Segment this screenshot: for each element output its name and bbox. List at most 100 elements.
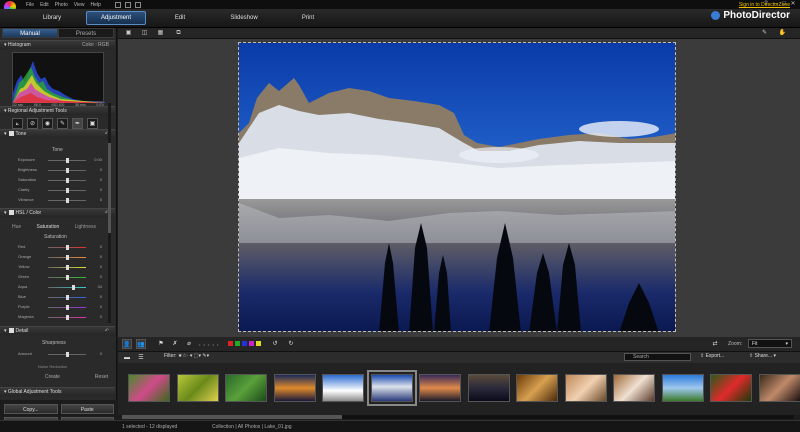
tone-checkbox[interactable] [8, 131, 14, 136]
color-label-swatch[interactable] [228, 341, 233, 346]
gradient-icon[interactable]: ▣ [87, 118, 98, 129]
reset-icon[interactable]: ↶ [105, 327, 109, 336]
color-label-swatch[interactable] [249, 341, 254, 346]
hsl-header[interactable]: ▾ HSL / Color ↶ [0, 208, 115, 217]
slider-value[interactable]: 0.00 [88, 157, 102, 162]
scrollbar-thumb[interactable] [122, 415, 342, 419]
signin-link[interactable]: Sign in to DirectorZone [739, 2, 790, 8]
slider-handle[interactable] [65, 198, 69, 203]
export-button[interactable]: ⇪ Export... [700, 353, 724, 359]
slider-handle[interactable] [65, 275, 69, 280]
slider-value[interactable]: 0 [88, 294, 102, 299]
slider-handle[interactable] [65, 255, 69, 260]
slider-handle[interactable] [65, 178, 69, 183]
zoom-select[interactable]: Fit ▾ [748, 339, 792, 348]
tab-slideshow[interactable]: Slideshow [214, 11, 274, 25]
slider-value[interactable]: 0 [88, 167, 102, 172]
slider-value[interactable]: 0 [88, 254, 102, 259]
slider-value[interactable]: 0 [88, 264, 102, 269]
menu-view[interactable]: View [74, 2, 85, 8]
thumbnail-portrait[interactable] [758, 374, 800, 402]
single-view-icon[interactable]: ▣ [124, 29, 133, 37]
main-photo[interactable] [238, 42, 676, 332]
compare-view-icon[interactable]: ◫ [140, 29, 149, 37]
search-input[interactable]: Search [624, 353, 691, 361]
slider-value[interactable]: 0 [88, 351, 102, 356]
slider-handle[interactable] [71, 285, 75, 290]
thumbnail-flowers[interactable] [128, 374, 170, 402]
slider-value[interactable]: 0 [88, 314, 102, 319]
fullscreen-icon[interactable]: ⧉ [174, 29, 183, 37]
tab-adjustment[interactable]: Adjustment [86, 11, 146, 25]
red-eye-icon[interactable]: ◉ [42, 118, 53, 129]
scrollbar-thumb[interactable] [108, 143, 111, 233]
brush-icon[interactable]: ✎ [57, 118, 68, 129]
slider-value[interactable]: 0 [88, 177, 102, 182]
thumbnail-white-church[interactable] [322, 374, 364, 402]
list-view-icon[interactable]: ▬ [122, 353, 132, 363]
pen-icon[interactable]: ✒ [72, 118, 83, 129]
slider-track[interactable] [48, 287, 86, 288]
slider-value[interactable]: 0 [88, 244, 102, 249]
share-button[interactable]: ⇧ Share... ▾ [749, 353, 776, 359]
filter-label[interactable]: Filter: ★☆· ▾ ⬚▾ ✎▾ [164, 353, 209, 359]
slider-handle[interactable] [65, 158, 69, 163]
person-icon[interactable]: 👤 [122, 339, 132, 349]
color-label-swatch[interactable] [256, 341, 261, 346]
tab-edit[interactable]: Edit [150, 11, 210, 25]
tab-presets[interactable]: Presets [58, 28, 114, 38]
thumbnail-garden[interactable] [225, 374, 267, 402]
detail-header[interactable]: ▾ Detail ↶ [0, 326, 115, 335]
grid-view-icon[interactable]: ▦ [156, 29, 165, 37]
redo-icon[interactable] [124, 1, 131, 8]
thumbnail-lake-mountain[interactable] [366, 370, 417, 406]
slider-value[interactable]: 0 [88, 187, 102, 192]
slider-handle[interactable] [65, 295, 69, 300]
tab-lightness[interactable]: Lightness [75, 224, 96, 230]
histogram-header[interactable]: ▾ Histogram Color : RGB [0, 40, 115, 49]
undo-icon[interactable] [114, 1, 121, 8]
slider-value[interactable]: 0 [88, 304, 102, 309]
thumbnail-red-flower[interactable] [710, 374, 752, 402]
rotate-right-icon[interactable]: ↻ [286, 339, 296, 349]
spot-removal-icon[interactable]: ⊘ [27, 118, 38, 129]
pen-tool-icon[interactable]: ✎ [760, 29, 769, 37]
color-label-swatch[interactable] [242, 341, 247, 346]
slider-handle[interactable] [65, 352, 69, 357]
slider-handle[interactable] [65, 305, 69, 310]
tag-icon[interactable]: ⌀ [184, 339, 194, 349]
detail-checkbox[interactable] [8, 328, 14, 333]
flag-icon[interactable]: ⚑ [156, 339, 166, 349]
tone-header[interactable]: ▾ Tone ↶ [0, 129, 115, 138]
slider-handle[interactable] [65, 315, 69, 320]
menu-help[interactable]: Help [91, 2, 101, 8]
regional-tools-header[interactable]: ▾ Regional Adjustment Tools [0, 106, 115, 115]
menu-edit[interactable]: Edit [40, 2, 49, 8]
reject-icon[interactable]: ✗ [170, 339, 180, 349]
global-tools-header[interactable]: ▾ Global Adjustment Tools [0, 387, 115, 396]
thumbnail-sunset-clouds[interactable] [419, 374, 461, 402]
tab-saturation[interactable]: Saturation [36, 224, 59, 230]
thumbnail-baby[interactable] [613, 374, 655, 402]
strip-view-icon[interactable]: ☰ [136, 353, 146, 363]
hand-tool-icon[interactable]: ✋ [778, 29, 787, 37]
menu-file[interactable]: File [26, 2, 34, 8]
slider-handle[interactable] [65, 245, 69, 250]
tab-hue[interactable]: Hue [12, 224, 21, 230]
slider-value[interactable]: 34 [88, 284, 102, 289]
thumbnail-child[interactable] [564, 374, 607, 402]
tab-print[interactable]: Print [278, 11, 338, 25]
create-link[interactable]: Create [45, 374, 60, 380]
slider-value[interactable]: 0 [88, 197, 102, 202]
crop-tool-icon[interactable]: ⟀ [12, 118, 23, 129]
slider-handle[interactable] [65, 168, 69, 173]
filmstrip-scrollbar[interactable] [122, 415, 794, 419]
compare-icon[interactable]: ⇄ [710, 339, 720, 349]
settings-icon[interactable] [134, 1, 141, 8]
color-label-swatch[interactable] [235, 341, 240, 346]
thumbnail-butterfly[interactable] [176, 374, 219, 402]
close-button[interactable]: ✕ [790, 1, 796, 7]
rotate-left-icon[interactable]: ↺ [270, 339, 280, 349]
slider-value[interactable]: 0 [88, 274, 102, 279]
reset-link[interactable]: Reset [95, 374, 108, 380]
